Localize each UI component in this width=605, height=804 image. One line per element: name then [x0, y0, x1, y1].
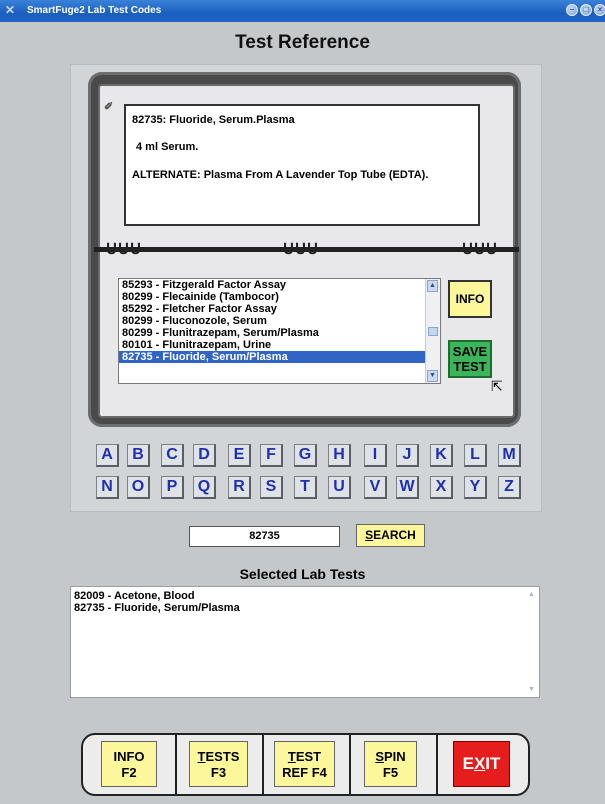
scroll-down-icon[interactable]: ▼	[528, 686, 535, 693]
letter-button-k[interactable]: K	[430, 444, 453, 467]
list-item-selected[interactable]: 82735 - Fluoride, Serum/Plasma	[119, 351, 440, 363]
pin-icon: ✐	[104, 101, 114, 113]
ring-icon: ᑌᑌᑌ	[283, 240, 319, 258]
letter-button-l[interactable]: L	[464, 444, 487, 467]
letter-button-j[interactable]: J	[396, 444, 419, 467]
page-title: Test Reference	[235, 32, 370, 53]
search-label: EARCH	[373, 528, 416, 542]
list-item[interactable]: 80299 - Fluconozole, Serum	[119, 315, 440, 327]
tests-f3-key: F3	[210, 765, 227, 780]
letter-button-t[interactable]: T	[294, 476, 317, 499]
window-title: SmartFuge2 Lab Test Codes	[27, 5, 162, 16]
selected-tests-title: Selected Lab Tests	[239, 566, 366, 582]
card-alternate: ALTERNATE: Plasma From A Lavender Top Tu…	[132, 169, 429, 181]
test-list[interactable]: 85293 - Fitzgerald Factor Assay 80299 - …	[118, 278, 441, 384]
selected-scrollbar[interactable]: ▲ ▼	[525, 587, 539, 697]
search-input[interactable]: 82735	[189, 526, 340, 547]
scroll-down-icon[interactable]: ▼	[427, 370, 438, 382]
test-ref-f4-button[interactable]: TEST REF F4	[274, 741, 335, 787]
mouse-cursor-icon: ⇱	[491, 378, 503, 394]
save-test-label-2: TEST	[453, 359, 487, 374]
letter-button-b[interactable]: B	[127, 444, 150, 467]
test-ref-hotkey: T	[287, 749, 296, 764]
letter-button-e[interactable]: E	[228, 444, 251, 467]
letter-button-w[interactable]: W	[396, 476, 419, 499]
tests-label: ESTS	[205, 749, 240, 764]
letter-button-h[interactable]: H	[328, 444, 351, 467]
close-icon[interactable]: ×	[594, 4, 605, 16]
letter-button-u[interactable]: U	[328, 476, 351, 499]
list-item[interactable]: 85292 - Fletcher Factor Assay	[119, 303, 440, 315]
card-test-code: 82735: Fluoride, Serum.Plasma	[132, 114, 295, 126]
spin-f5-button[interactable]: SPIN F5	[364, 741, 417, 787]
letter-button-r[interactable]: R	[228, 476, 251, 499]
test-detail-card: ✐ 82735: Fluoride, Serum.Plasma 4 ml Ser…	[104, 101, 480, 226]
search-button[interactable]: SEARCH	[356, 524, 425, 547]
letter-button-i[interactable]: I	[364, 444, 387, 467]
scroll-thumb[interactable]	[428, 327, 438, 336]
card-specimen: 4 ml Serum.	[136, 141, 199, 153]
divider	[349, 733, 351, 796]
list-item[interactable]: 85293 - Fitzgerald Factor Assay	[119, 279, 440, 291]
save-test-button[interactable]: SAVE TEST	[448, 340, 492, 378]
exit-label-end: IT	[485, 754, 501, 773]
scroll-up-icon[interactable]: ▲	[528, 591, 535, 598]
spin-f5-key: F5	[382, 765, 399, 780]
letter-button-g[interactable]: G	[294, 444, 317, 467]
letter-button-s[interactable]: S	[260, 476, 283, 499]
save-test-label-1: SAVE	[452, 344, 488, 359]
spin-label: PIN	[384, 749, 406, 764]
info-button[interactable]: INFO	[448, 280, 492, 318]
exit-label-start: E	[462, 754, 474, 773]
letter-button-d[interactable]: D	[193, 444, 216, 467]
selected-tests-list[interactable]: 82009 - Acetone, Blood 82735 - Fluoride,…	[70, 586, 540, 698]
ring-icon: ᑌᑌᑌ	[106, 240, 142, 258]
letter-button-n[interactable]: N	[96, 476, 119, 499]
letter-button-o[interactable]: O	[127, 476, 150, 499]
ring-icon: ᑌᑌᑌ	[462, 240, 498, 258]
list-item[interactable]: 82735 - Fluoride, Serum/Plasma	[74, 603, 240, 614]
letter-button-c[interactable]: C	[161, 444, 184, 467]
info-f2-key: F2	[121, 765, 137, 780]
info-f2-button[interactable]: INFO F2	[101, 741, 157, 787]
list-item[interactable]: 80299 - Flecainide (Tambocor)	[119, 291, 440, 303]
test-ref-f4-key: REF F4	[282, 765, 327, 780]
test-ref-label: EST	[295, 749, 322, 764]
letter-button-q[interactable]: Q	[193, 476, 216, 499]
list-item[interactable]: 82009 - Acetone, Blood	[74, 591, 195, 602]
letter-button-x[interactable]: X	[430, 476, 453, 499]
app-icon: ✕	[5, 3, 16, 17]
list-item[interactable]: 80101 - Flunitrazepam, Urine	[119, 339, 440, 351]
list-item[interactable]: 80299 - Flunitrazepam, Serum/Plasma	[119, 327, 440, 339]
exit-hotkey: X	[473, 754, 486, 773]
letter-button-m[interactable]: M	[498, 444, 521, 467]
divider	[436, 733, 438, 796]
spin-hotkey: S	[375, 749, 384, 764]
maximize-icon[interactable]: □	[580, 4, 592, 16]
divider	[175, 733, 177, 796]
minimize-icon[interactable]: –	[566, 4, 578, 16]
letter-button-f[interactable]: F	[260, 444, 283, 467]
divider	[262, 733, 264, 796]
scroll-up-icon[interactable]: ▲	[427, 280, 438, 292]
exit-button[interactable]: EXIT	[453, 741, 510, 787]
tests-f3-button[interactable]: TESTS F3	[189, 741, 248, 787]
letter-button-z[interactable]: Z	[498, 476, 521, 499]
letter-button-p[interactable]: P	[161, 476, 184, 499]
title-bar: ✕ SmartFuge2 Lab Test Codes – □ ×	[0, 0, 605, 22]
search-hotkey: S	[365, 528, 374, 542]
list-scrollbar[interactable]: ▲ ▼	[425, 279, 440, 383]
letter-button-y[interactable]: Y	[464, 476, 487, 499]
letter-button-v[interactable]: V	[364, 476, 387, 499]
info-f2-label: INFO	[113, 749, 145, 764]
letter-button-a[interactable]: A	[96, 444, 119, 467]
